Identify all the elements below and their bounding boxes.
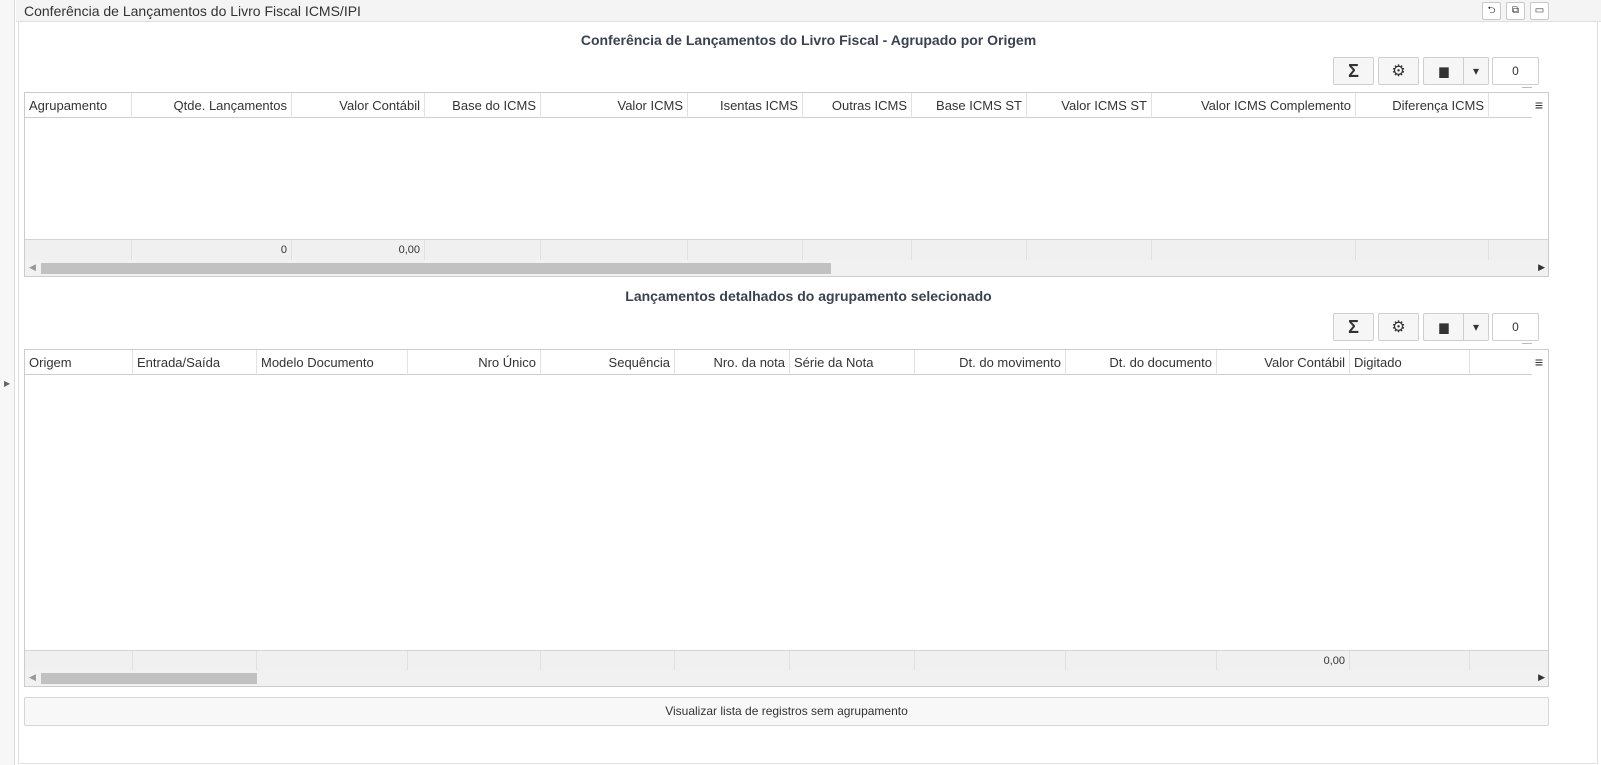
section2-grid-header: Origem Entrada/Saída Modelo Documento Nr…: [25, 350, 1532, 375]
col-base-icms-st[interactable]: Base ICMS ST: [912, 93, 1027, 118]
col-modelo-documento[interactable]: Modelo Documento: [257, 350, 408, 375]
gear-icon: ⚙: [1391, 319, 1406, 336]
footer-cell: [790, 651, 915, 672]
footer-cell: [688, 240, 803, 261]
gear-icon: ⚙: [1391, 63, 1406, 80]
section1-grid: Agrupamento Qtde. Lançamentos Valor Cont…: [24, 92, 1549, 277]
footer-valor-contabil: 0,00: [292, 240, 425, 261]
section2-horizontal-scrollbar[interactable]: ◀ ▶: [25, 670, 1548, 686]
footer-cell: [1027, 240, 1152, 261]
col-valor-icms-st[interactable]: Valor ICMS ST: [1027, 93, 1152, 118]
col-qtde-lancamentos[interactable]: Qtde. Lançamentos: [132, 93, 292, 118]
col-dt-movimento[interactable]: Dt. do movimento: [915, 350, 1066, 375]
export-file-icon: ▆: [1439, 64, 1449, 78]
footer-cell: [25, 240, 132, 261]
col-nro-da-nota[interactable]: Nro. da nota: [675, 350, 790, 375]
section1-footer-row: 0 0,00: [25, 239, 1548, 261]
col-base-icms[interactable]: Base do ICMS: [425, 93, 541, 118]
scroll-mark: [1522, 343, 1532, 344]
column-menu-icon[interactable]: ≡: [1532, 355, 1546, 370]
titlebar: Conferência de Lançamentos do Livro Fisc…: [16, 0, 1601, 22]
scroll-mark: [1522, 87, 1532, 88]
col-entrada-saida[interactable]: Entrada/Saída: [133, 350, 257, 375]
scroll-right-icon[interactable]: ▶: [1538, 262, 1545, 273]
window: Conferência de Lançamentos do Livro Fisc…: [16, 0, 1601, 765]
footer-cell: [1066, 651, 1217, 672]
section1-title: Conferência de Lançamentos do Livro Fisc…: [580, 32, 1037, 48]
section2-export-button[interactable]: ▆: [1423, 313, 1464, 341]
section1-grid-header: Agrupamento Qtde. Lançamentos Valor Cont…: [25, 93, 1532, 118]
scrollbar-thumb[interactable]: [41, 673, 257, 684]
column-menu-icon[interactable]: ≡: [1532, 98, 1546, 113]
scroll-right-icon[interactable]: ▶: [1538, 672, 1545, 683]
footer-cell: [1350, 651, 1470, 672]
section1-count-box: 0: [1492, 57, 1539, 85]
chevron-down-icon: ▾: [1472, 64, 1480, 78]
footer-cell: [803, 240, 912, 261]
footer-cell: [425, 240, 541, 261]
section1-export-dropdown[interactable]: ▾: [1463, 57, 1489, 85]
col-serie-da-nota[interactable]: Série da Nota: [790, 350, 915, 375]
footer-cell: [408, 651, 541, 672]
col-agrupamento[interactable]: Agrupamento: [25, 93, 132, 118]
section2-count-box: 0: [1492, 313, 1539, 341]
section1-horizontal-scrollbar[interactable]: ◀ ▶: [25, 260, 1548, 276]
col-isentas-icms[interactable]: Isentas ICMS: [688, 93, 803, 118]
section2-settings-button[interactable]: ⚙: [1378, 313, 1419, 341]
maximize-icon[interactable]: ▭: [1530, 2, 1549, 20]
left-rail[interactable]: ▶: [0, 0, 15, 765]
section2-grid: Origem Entrada/Saída Modelo Documento Nr…: [24, 349, 1549, 687]
col-digitado[interactable]: Digitado: [1350, 350, 1470, 375]
footer-cell: [25, 651, 133, 672]
section2-export-dropdown[interactable]: ▾: [1463, 313, 1489, 341]
footer-cell: [133, 651, 257, 672]
sum-icon: Σ: [1348, 60, 1359, 81]
col-outras-icms[interactable]: Outras ICMS: [803, 93, 912, 118]
popout-icon[interactable]: ⧉: [1506, 2, 1525, 20]
col-valor-contabil[interactable]: Valor Contábil: [1217, 350, 1350, 375]
footer-cell: [257, 651, 408, 672]
sum-icon: Σ: [1348, 316, 1359, 337]
col-dt-documento[interactable]: Dt. do documento: [1066, 350, 1217, 375]
restore-icon[interactable]: ⮌: [1482, 2, 1501, 20]
scroll-left-icon[interactable]: ◀: [29, 672, 36, 683]
section1-export-button[interactable]: ▆: [1423, 57, 1464, 85]
view-ungrouped-button[interactable]: Visualizar lista de registros sem agrupa…: [24, 697, 1549, 726]
footer-cell: [541, 651, 675, 672]
section1-settings-button[interactable]: ⚙: [1378, 57, 1419, 85]
col-valor-icms[interactable]: Valor ICMS: [541, 93, 688, 118]
expand-arrow-icon[interactable]: ▶: [4, 379, 10, 388]
window-title: Conferência de Lançamentos do Livro Fisc…: [24, 3, 361, 19]
scroll-left-icon[interactable]: ◀: [29, 262, 36, 273]
col-sequencia[interactable]: Sequência: [541, 350, 675, 375]
section2-title: Lançamentos detalhados do agrupamento se…: [625, 288, 992, 304]
footer-cell: [915, 651, 1066, 672]
footer-cell: [675, 651, 790, 672]
footer-cell: [912, 240, 1027, 261]
footer-cell: [1356, 240, 1489, 261]
footer-qtde: 0: [132, 240, 292, 261]
footer-cell: [541, 240, 688, 261]
col-diferenca-icms[interactable]: Diferença ICMS: [1356, 93, 1489, 118]
col-valor-contabil[interactable]: Valor Contábil: [292, 93, 425, 118]
col-nro-unico[interactable]: Nro Único: [408, 350, 541, 375]
section1-sum-button[interactable]: Σ: [1333, 57, 1374, 85]
section2-footer-row: 0,00: [25, 650, 1548, 672]
col-origem[interactable]: Origem: [25, 350, 133, 375]
export-file-icon: ▆: [1439, 320, 1449, 334]
footer-cell: [1152, 240, 1356, 261]
section2-sum-button[interactable]: Σ: [1333, 313, 1374, 341]
footer-valor-contabil: 0,00: [1217, 651, 1350, 672]
scrollbar-thumb[interactable]: [41, 263, 831, 274]
chevron-down-icon: ▾: [1472, 320, 1480, 334]
col-valor-icms-complemento[interactable]: Valor ICMS Complemento: [1152, 93, 1356, 118]
